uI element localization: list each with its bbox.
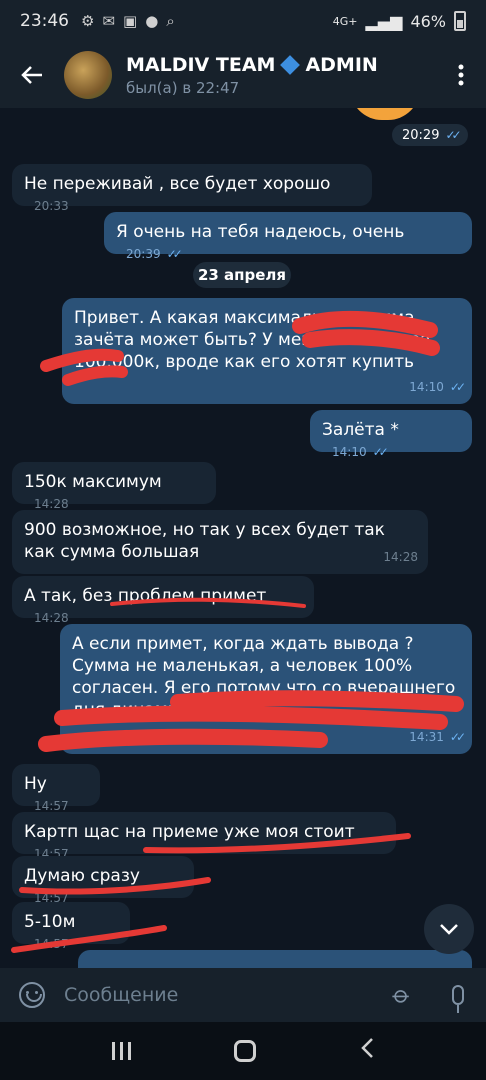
home-button[interactable] [234, 1040, 257, 1062]
message-bubble[interactable]: А так, без проблем примет 14:28 [12, 576, 314, 625]
network-label: 4G+ [332, 14, 358, 28]
smiley-icon [19, 982, 45, 1008]
message-list[interactable]: 20:29 ✓✓ Не переживай , все будет хорошо 2… [0, 108, 486, 968]
message-bubble-partial[interactable] [78, 950, 472, 968]
message-text: Ну [24, 774, 47, 794]
paperclip-icon: ⌀ [386, 979, 418, 1011]
chat-title: MALDIV TEAM ADMIN [126, 54, 436, 76]
read-ticks-icon: ✓✓ [449, 730, 466, 744]
back-arrow-icon[interactable] [0, 42, 64, 108]
message-text: Я очень на тебя надеюсь, очень [116, 222, 405, 242]
status-time: 23:46 [20, 11, 69, 31]
message-bubble[interactable]: 900 возможное, но так у всех будет так к… [12, 510, 428, 574]
diamond-icon [280, 54, 301, 75]
message-bubble[interactable]: 5-10м 14:57 [12, 902, 130, 951]
message-text: А так, без проблем примет [24, 586, 267, 606]
chat-title-part2: ADMIN [305, 53, 378, 76]
chat-title-block[interactable]: MALDIV TEAM ADMIN был(а) в 22:47 [126, 54, 436, 97]
message-bubble[interactable]: Я очень на тебя надеюсь, очень 20:39 ✓✓ [104, 212, 472, 261]
message-text: 150к максимум [24, 472, 162, 492]
status-bar: 23:46 ⚙ ✉ ▣ ● ⌕ 4G+ ▂▄▆ 46% [0, 0, 486, 42]
message-time: 14:10 ✓✓ [332, 441, 389, 463]
message-time: 14:10 ✓✓ [409, 376, 466, 398]
bulb-icon: ● [145, 12, 159, 30]
message-text: А если примет, когда ждать вывода ? Сумм… [72, 634, 456, 720]
message-bubble[interactable]: 150к максимум14:28 [12, 462, 216, 511]
message-time: 14:31 ✓✓ [409, 726, 466, 748]
time-label: 20:39 [126, 247, 161, 261]
recent-apps-button[interactable] [111, 1042, 131, 1060]
message-time: 20:33 [34, 199, 69, 213]
message-text: Привет. А какая максимальная сумма зачёт… [74, 308, 431, 372]
search-icon: ⌕ [166, 12, 175, 30]
message-bubble[interactable]: Думаю сразу14:57 [12, 856, 194, 905]
notification-icons: ⚙ ✉ ▣ ● ⌕ [81, 12, 175, 30]
sticker-partial [350, 108, 420, 120]
more-menu-icon[interactable] [436, 42, 486, 108]
mic-button[interactable] [430, 985, 486, 1013]
message-time: 14:28 [34, 611, 69, 625]
message-text: Не переживай , все будет хорошо [24, 174, 331, 194]
message-bubble[interactable]: Ну14:57 [12, 764, 100, 813]
message-composer: ⌀ [0, 968, 486, 1022]
chat-header: MALDIV TEAM ADMIN был(а) в 22:47 [0, 42, 486, 108]
last-seen: был(а) в 22:47 [126, 78, 240, 97]
system-nav-bar [0, 1022, 486, 1080]
date-separator: 23 апреля [193, 262, 291, 288]
read-ticks-icon: ✓✓ [166, 247, 183, 261]
message-bubble[interactable]: Привет. А какая максимальная сумма зачёт… [62, 298, 472, 404]
battery-percent: 46% [410, 11, 446, 31]
message-text: Думаю сразу [24, 866, 140, 886]
message-time-chip: 20:29 ✓✓ [392, 124, 468, 146]
battery-icon [454, 11, 466, 31]
microphone-icon [452, 985, 464, 1013]
message-text: Картп щас на приеме уже моя стоит [24, 822, 355, 842]
signal-icon: ▂▄▆ [365, 11, 403, 31]
image-icon: ▣ [123, 12, 138, 30]
chevron-down-icon [440, 924, 458, 935]
nav-back-button[interactable] [360, 1037, 374, 1065]
message-text: 5-10м [24, 912, 76, 932]
avatar[interactable] [64, 51, 112, 99]
time-label: 14:10 [332, 445, 367, 459]
time-label: 14:31 [409, 730, 444, 744]
read-ticks-icon: ✓✓ [445, 128, 461, 142]
message-bubble[interactable]: Не переживай , все будет хорошо 20:33 [12, 164, 372, 213]
mail-icon: ✉ [102, 12, 116, 30]
scroll-down-button[interactable] [424, 904, 474, 954]
time-label: 20:29 [402, 127, 440, 143]
message-text: 900 возможное, но так у всех будет так к… [24, 520, 385, 562]
chat-title-part1: MALDIV TEAM [126, 53, 276, 76]
message-time: 20:39 ✓✓ [126, 243, 183, 265]
read-ticks-icon: ✓✓ [449, 380, 466, 394]
read-ticks-icon: ✓✓ [372, 445, 389, 459]
time-label: 14:10 [409, 380, 444, 394]
message-bubble[interactable]: Залёта * 14:10 ✓✓ [310, 410, 472, 459]
emoji-button[interactable] [0, 982, 64, 1008]
status-right: 4G+ ▂▄▆ 46% [333, 11, 466, 31]
message-text: Залёта * [322, 420, 399, 440]
message-time: 14:28 [383, 550, 418, 564]
message-bubble[interactable]: Картп щас на приеме уже моя стоит14:57 [12, 812, 396, 861]
message-time: 14:57 [34, 937, 69, 951]
attach-button[interactable]: ⌀ [372, 965, 431, 1024]
message-input[interactable] [64, 984, 374, 1006]
message-bubble[interactable]: А если примет, когда ждать вывода ? Сумм… [60, 624, 472, 754]
gear-icon: ⚙ [81, 12, 95, 30]
